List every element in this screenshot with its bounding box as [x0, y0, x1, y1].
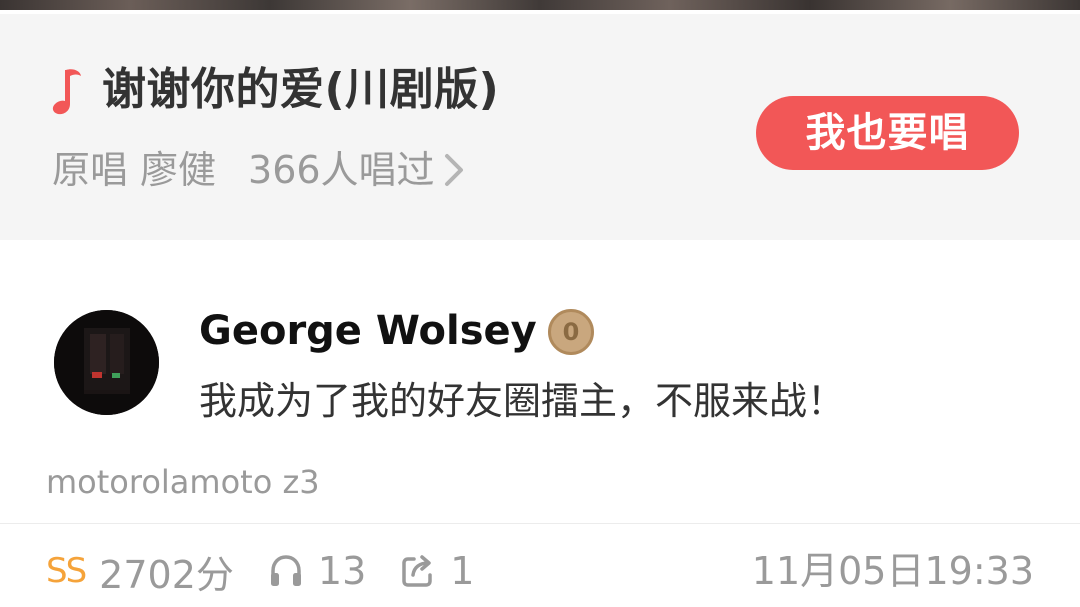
- avatar[interactable]: [54, 310, 159, 415]
- user-name[interactable]: George Wolsey: [199, 304, 537, 358]
- divider: [0, 523, 1080, 524]
- score-rank-icon: SS: [46, 551, 87, 591]
- level-badge: 0: [548, 309, 594, 355]
- original-singer[interactable]: 廖健: [140, 142, 216, 198]
- sing-too-button[interactable]: 我也要唱: [756, 96, 1019, 170]
- original-label: 原唱: [52, 148, 129, 192]
- device-label: motorolamoto z3: [46, 463, 320, 501]
- share-count: 1: [450, 549, 475, 593]
- post-timestamp: 11月05日19:33: [751, 549, 1034, 593]
- post-card: George Wolsey 0 我成为了我的好友圈擂主，不服来战！ motoro…: [0, 240, 1080, 607]
- post-text: 我成为了我的好友圈擂主，不服来战！: [199, 379, 846, 423]
- avatar-image: [54, 310, 159, 415]
- song-info-panel[interactable]: 谢谢你的爱(川剧版) 原唱 廖健 366人唱过 我也要唱: [0, 10, 1080, 240]
- song-title[interactable]: 谢谢你的爱(川剧版): [102, 60, 499, 120]
- score-value: 2702分: [99, 552, 234, 597]
- music-note-icon: [52, 69, 81, 115]
- chevron-right-icon[interactable]: [443, 152, 465, 188]
- share-icon[interactable]: [400, 553, 436, 589]
- listen-count: 13: [317, 549, 367, 593]
- sung-count[interactable]: 366人唱过: [248, 142, 435, 198]
- cover-image-strip: [0, 0, 1080, 10]
- song-meta[interactable]: 原唱 廖健 366人唱过: [52, 142, 465, 198]
- post-stats: SS 2702分 13 1: [46, 544, 474, 598]
- headphones-icon: [270, 555, 301, 586]
